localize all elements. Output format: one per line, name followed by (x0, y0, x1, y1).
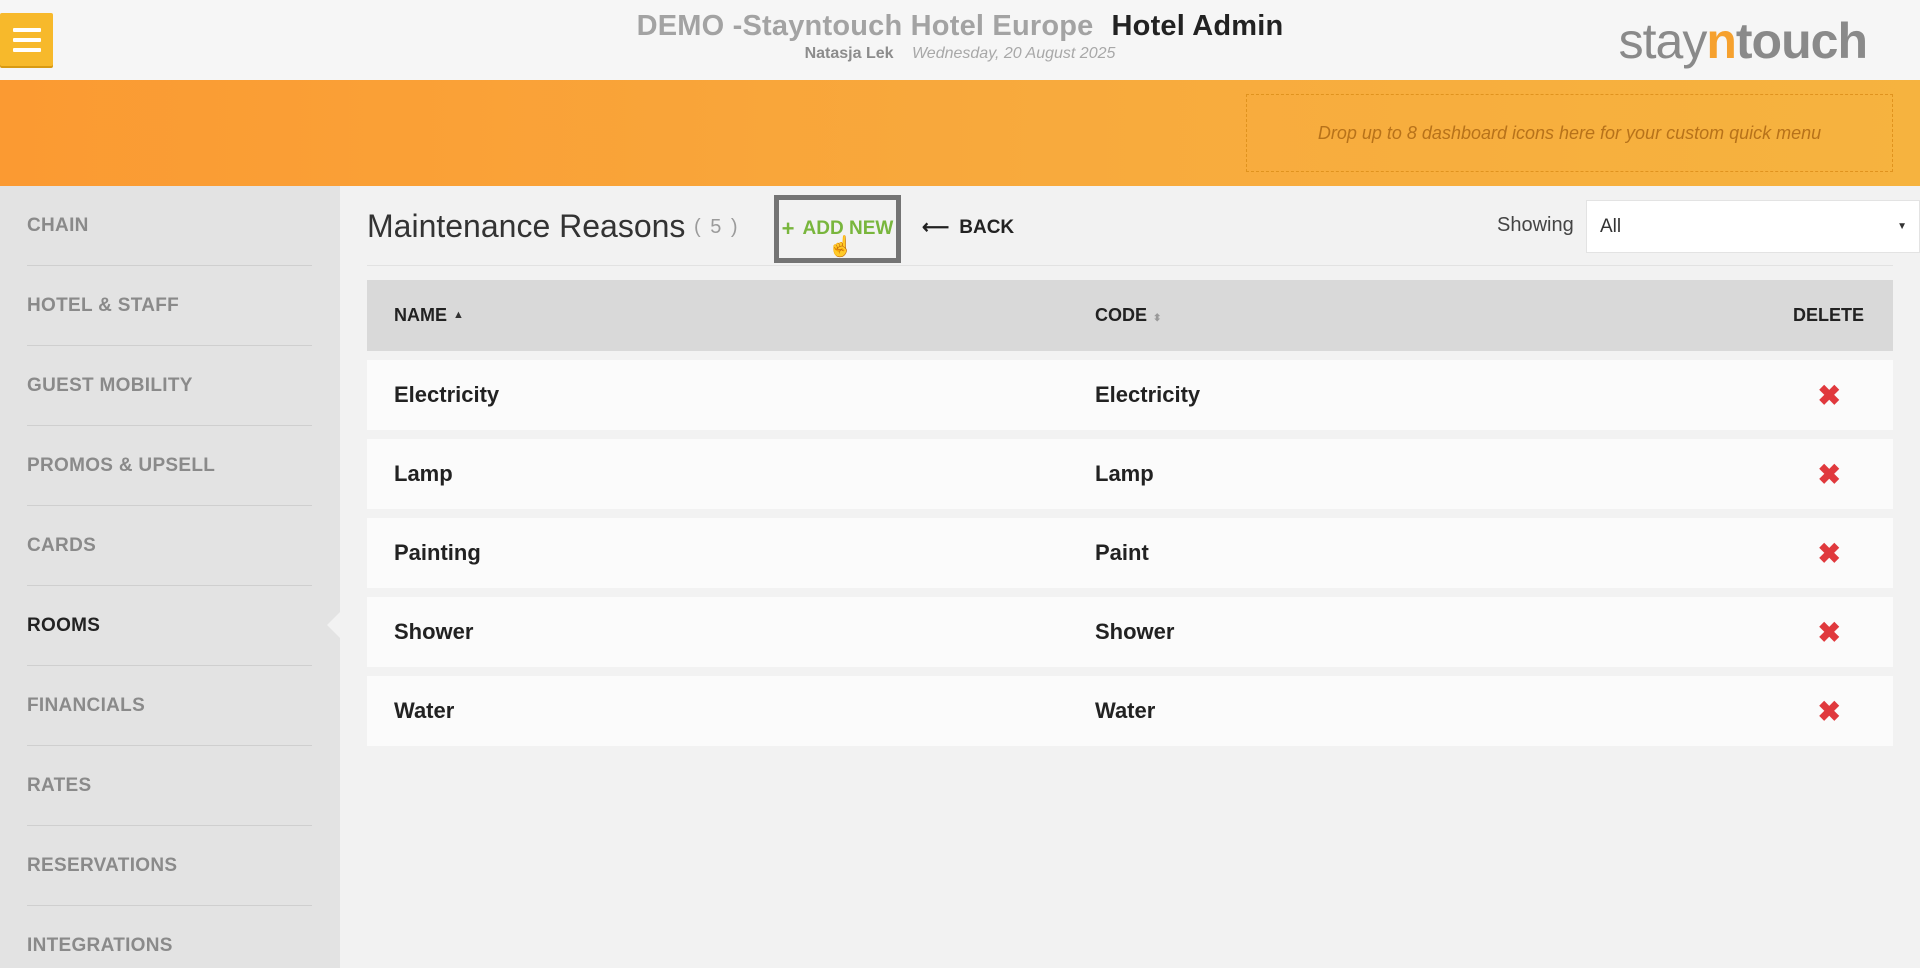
top-bar: DEMO -Stayntouch Hotel Europe Hotel Admin… (0, 0, 1920, 80)
delete-x-icon[interactable]: ✖ (1818, 616, 1841, 649)
sidebar-item-rooms[interactable]: ROOMS (27, 586, 312, 666)
sort-asc-icon: ▲ (453, 309, 464, 321)
sort-both-icon: ⬍ (1153, 313, 1162, 324)
caret-down-icon: ▼ (1897, 221, 1907, 232)
reason-code: Shower (1095, 619, 1175, 644)
hotel-name: DEMO -Stayntouch Hotel Europe (636, 10, 1094, 42)
delete-x-icon[interactable]: ✖ (1818, 379, 1841, 412)
page-header: Maintenance Reasons ( 5 ) + ADD NEW ☝ ⟵ B… (367, 186, 1920, 266)
main-content: Maintenance Reasons ( 5 ) + ADD NEW ☝ ⟵ B… (340, 186, 1920, 968)
plus-icon: + (781, 216, 795, 241)
sidebar-item-reservations[interactable]: RESERVATIONS (27, 826, 312, 906)
showing-value: All (1600, 215, 1622, 237)
name-column-header[interactable]: NAME ▲ (394, 305, 464, 326)
reason-code: Electricity (1095, 382, 1201, 407)
table-row[interactable]: Electricity Electricity ✖ (367, 360, 1893, 430)
sidebar: CHAIN HOTEL & STAFF GUEST MOBILITY PROMOS &… (0, 186, 340, 968)
reason-name: Electricity (394, 382, 500, 407)
item-count: ( 5 ) (694, 216, 740, 238)
table-row[interactable]: Painting Paint ✖ (367, 518, 1893, 588)
hand-pointer-icon: ☝ (828, 236, 853, 258)
reason-code: Water (1095, 698, 1156, 723)
showing-select[interactable]: All ▼ (1586, 200, 1920, 253)
table-body: Electricity Electricity ✖ Lamp Lamp ✖ Painting… (367, 360, 1893, 746)
table-row[interactable]: Shower Shower ✖ (367, 597, 1893, 667)
quick-menu-dropzone[interactable]: Drop up to 8 dashboard icons here for yo… (1246, 94, 1893, 172)
table-row[interactable]: Lamp Lamp ✖ (367, 439, 1893, 509)
user-name: Natasja Lek (804, 45, 894, 62)
reason-name: Shower (394, 619, 474, 644)
quick-menu-band: Drop up to 8 dashboard icons here for yo… (0, 80, 1920, 186)
current-date: Wednesday, 20 August 2025 (911, 45, 1116, 62)
sidebar-item-financials[interactable]: FINANCIALS (27, 666, 312, 746)
sidebar-item-promos-upsell[interactable]: PROMOS & UPSELL (27, 426, 312, 506)
sidebar-item-hotel-staff[interactable]: HOTEL & STAFF (27, 266, 312, 346)
reason-name: Lamp (394, 461, 453, 486)
sidebar-item-rates[interactable]: RATES (27, 746, 312, 826)
delete-x-icon[interactable]: ✖ (1818, 458, 1841, 491)
delete-x-icon[interactable]: ✖ (1818, 695, 1841, 728)
sidebar-item-cards[interactable]: CARDS (27, 506, 312, 586)
reason-name: Painting (394, 540, 481, 565)
delete-column-header: DELETE (1793, 305, 1865, 325)
sidebar-item-guest-mobility[interactable]: GUEST MOBILITY (27, 346, 312, 426)
stayntouch-logo: stayntouch (1618, 13, 1868, 69)
reasons-table: NAME ▲ CODE ⬍ DELETE Electricity Electricit… (367, 280, 1893, 746)
back-label: BACK (959, 217, 1015, 238)
active-pointer (327, 612, 340, 638)
sidebar-item-chain[interactable]: CHAIN (27, 186, 312, 266)
code-column-header[interactable]: CODE ⬍ (1095, 305, 1161, 326)
reason-code: Paint (1095, 540, 1149, 565)
sidebar-item-integrations[interactable]: INTEGRATIONS (27, 906, 312, 968)
back-button[interactable]: ⟵ BACK (922, 216, 1014, 239)
reason-code: Lamp (1095, 461, 1154, 486)
table-row[interactable]: Water Water ✖ (367, 676, 1893, 746)
arrow-left-icon: ⟵ (922, 217, 950, 238)
table-header: NAME ▲ CODE ⬍ DELETE (367, 280, 1893, 351)
app-name: Hotel Admin (1111, 10, 1284, 42)
showing-label: Showing (1497, 214, 1574, 236)
reason-name: Water (394, 698, 455, 723)
page-title: Maintenance Reasons (367, 208, 686, 244)
delete-x-icon[interactable]: ✖ (1818, 537, 1841, 570)
